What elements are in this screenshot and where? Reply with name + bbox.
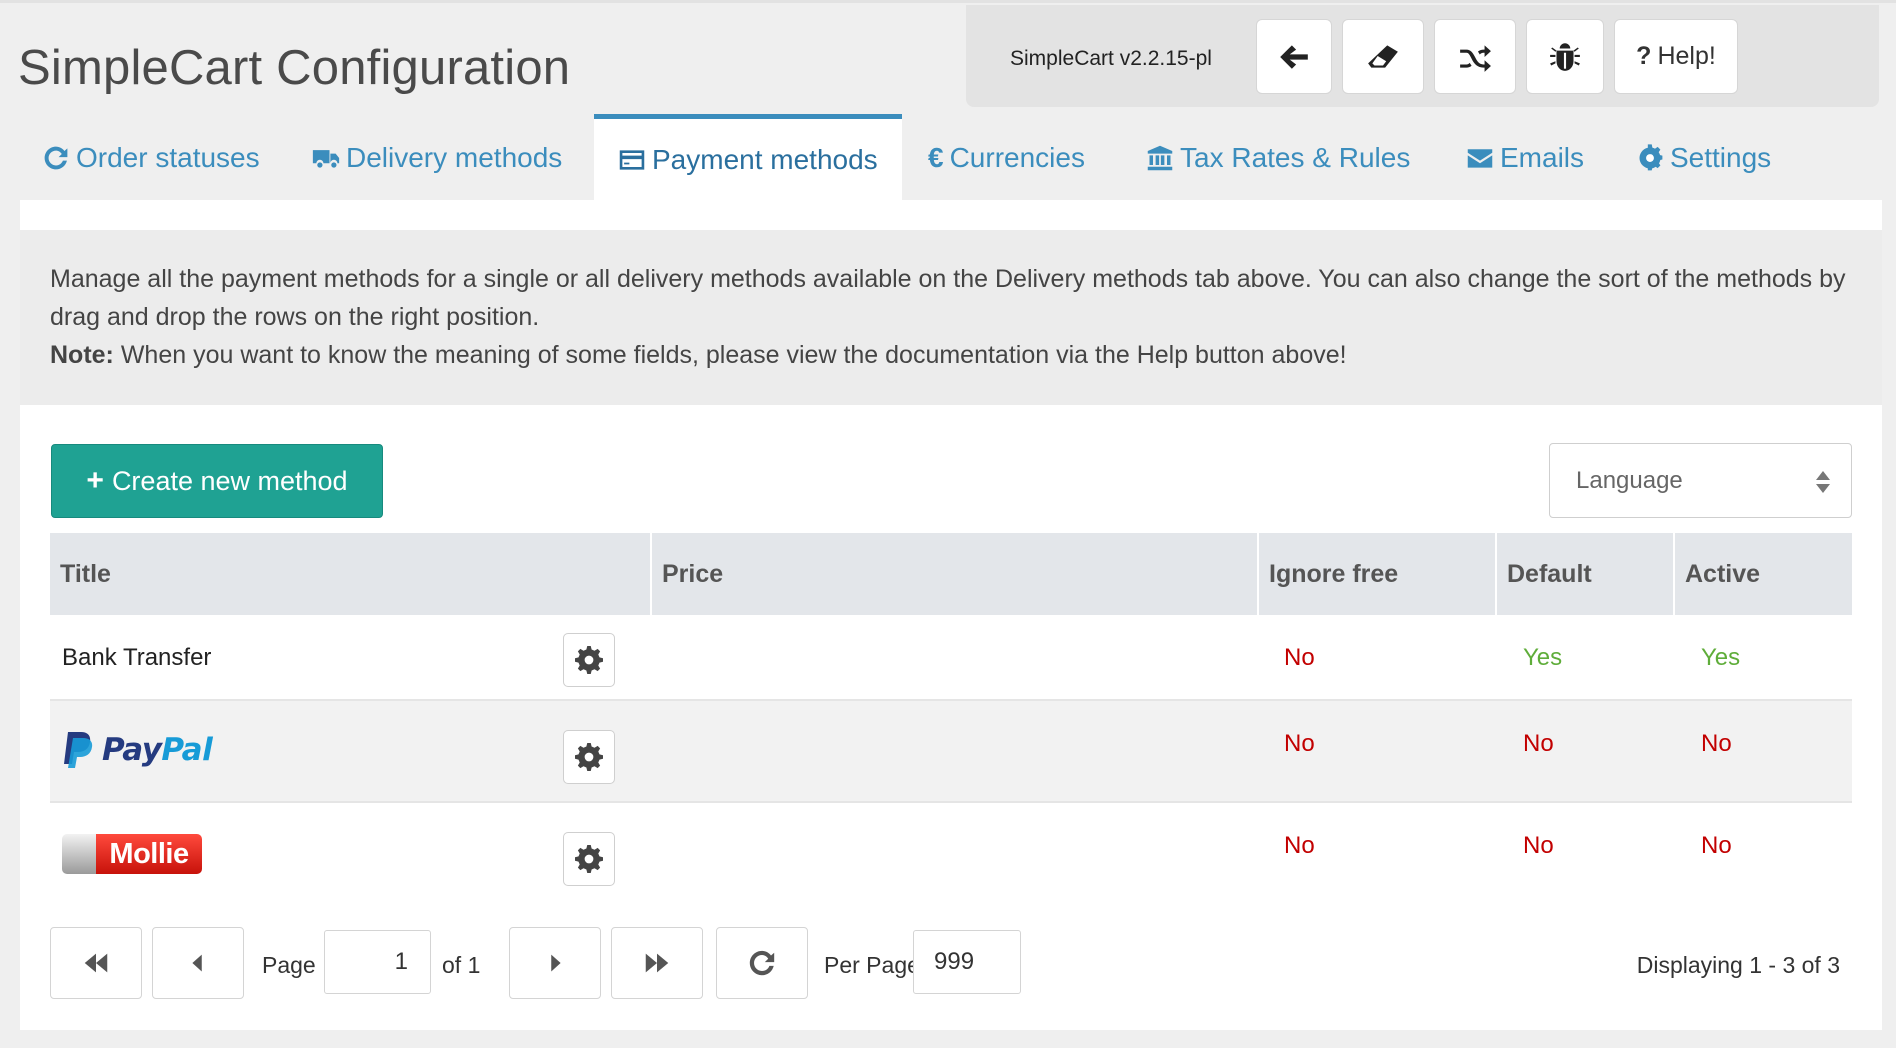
tab-payment-methods[interactable]: Payment methods	[594, 114, 902, 200]
refresh-icon	[44, 146, 68, 170]
info-box: Manage all the payment methods for a sin…	[20, 230, 1882, 405]
per-page-input[interactable]	[913, 930, 1021, 994]
credit-card-icon	[619, 149, 645, 170]
tab-bar: Order statuses Delivery methods Payment …	[20, 114, 1880, 200]
tab-settings[interactable]: Settings	[1636, 116, 1771, 200]
active-value: No	[1701, 832, 1732, 859]
fast-forward-icon	[645, 953, 669, 973]
next-page-button[interactable]	[509, 927, 601, 999]
help-button[interactable]: ? Help!	[1614, 19, 1738, 94]
bug-icon	[1550, 42, 1580, 71]
cog-icon	[575, 743, 603, 771]
row-settings-button[interactable]	[563, 832, 615, 886]
page-count-label: of 1	[442, 952, 481, 978]
active-value: No	[1701, 730, 1732, 757]
cog-icon	[575, 646, 603, 674]
column-header-price[interactable]: Price	[650, 533, 1250, 615]
info-text: Manage all the payment methods for a sin…	[50, 265, 1846, 331]
column-header-ignore-free[interactable]: Ignore free	[1257, 533, 1494, 615]
create-method-button[interactable]: + Create new method	[51, 444, 383, 518]
row-settings-button[interactable]	[563, 633, 615, 687]
question-icon: ?	[1636, 42, 1652, 70]
column-header-active[interactable]: Active	[1673, 533, 1852, 615]
page-number-input[interactable]	[324, 930, 431, 994]
tab-label: Emails	[1500, 142, 1585, 173]
euro-icon: €	[928, 142, 944, 173]
active-value: Yes	[1701, 644, 1741, 671]
mollie-text: Mollie	[96, 834, 202, 874]
last-page-button[interactable]	[611, 927, 703, 999]
per-page-label: Per Page:	[824, 952, 927, 978]
eraser-icon	[1368, 44, 1398, 68]
tab-currencies[interactable]: € Currencies	[928, 116, 1085, 200]
toolbar: SimpleCart v2.2.15-pl ? Help!	[966, 5, 1879, 107]
method-title: Bank Transfer	[62, 644, 212, 671]
default-value: No	[1523, 730, 1554, 757]
refresh-icon	[749, 950, 775, 976]
tab-label: Order statuses	[76, 142, 260, 173]
bank-icon	[1147, 145, 1173, 171]
cog-icon	[575, 845, 603, 873]
debug-button[interactable]	[1526, 19, 1604, 94]
create-label: Create new method	[111, 465, 348, 496]
tab-delivery-methods[interactable]: Delivery methods	[312, 116, 562, 200]
note-label: Note:	[50, 341, 114, 369]
payment-methods-table: Title Price Ignore free Default Active B…	[50, 533, 1852, 903]
paypal-pal: Pal	[161, 732, 213, 768]
first-page-button[interactable]	[50, 927, 142, 999]
tab-tax-rates[interactable]: Tax Rates & Rules	[1146, 116, 1410, 200]
sort-arrows-icon	[1816, 471, 1830, 493]
mollie-logo: Mollie	[62, 834, 202, 874]
fast-backward-icon	[84, 953, 108, 973]
top-border	[0, 0, 1896, 3]
random-icon	[1460, 44, 1491, 72]
envelope-icon	[1467, 149, 1493, 168]
row-settings-button[interactable]	[563, 730, 615, 784]
table-header: Title Price Ignore free Default Active	[50, 533, 1852, 615]
tab-emails[interactable]: Emails	[1466, 116, 1584, 200]
tab-label: Currencies	[949, 142, 1085, 173]
table-row[interactable]: Bank Transfer No Yes Yes	[50, 615, 1852, 701]
refresh-button[interactable]	[716, 927, 808, 999]
display-count: Displaying 1 - 3 of 3	[1636, 952, 1840, 978]
prev-page-button[interactable]	[152, 927, 244, 999]
pagination-bar: Page of 1 Per Page: Displaying 1 - 3 of …	[50, 927, 1852, 1001]
paypal-logo: PayPal	[62, 731, 213, 769]
tab-label: Settings	[1670, 142, 1772, 173]
page-label: Page	[262, 952, 316, 978]
table-row[interactable]: Mollie No No No	[50, 803, 1852, 903]
caret-right-icon	[551, 954, 561, 972]
default-value: No	[1523, 832, 1554, 859]
main-panel: Manage all the payment methods for a sin…	[20, 200, 1882, 1030]
caret-left-icon	[192, 954, 202, 972]
language-select[interactable]: Language	[1549, 443, 1852, 518]
tab-label: Payment methods	[652, 143, 878, 175]
plus-icon: +	[86, 464, 104, 497]
help-label: Help!	[1657, 42, 1716, 70]
ignore-free-value: No	[1284, 730, 1315, 757]
paypal-pay: Pay	[102, 732, 162, 768]
note-text: When you want to know the meaning of som…	[113, 341, 1347, 369]
arrow-left-icon	[1280, 44, 1308, 69]
language-placeholder: Language	[1576, 466, 1683, 494]
clear-cache-button[interactable]	[1342, 19, 1424, 94]
tab-label: Tax Rates & Rules	[1180, 142, 1411, 173]
ignore-free-value: No	[1284, 832, 1315, 859]
tab-label: Delivery methods	[346, 142, 563, 173]
default-value: Yes	[1523, 644, 1563, 671]
ignore-free-value: No	[1284, 644, 1315, 671]
back-button[interactable]	[1256, 19, 1332, 94]
version-label: SimpleCart v2.2.15-pl	[1010, 47, 1212, 70]
shuffle-button[interactable]	[1434, 19, 1516, 94]
tab-order-statuses[interactable]: Order statuses	[42, 116, 260, 200]
page-title: SimpleCart Configuration	[18, 41, 571, 95]
column-header-title[interactable]: Title	[50, 533, 650, 615]
column-header-default[interactable]: Default	[1495, 533, 1672, 615]
table-row[interactable]: PayPal No No No	[50, 701, 1852, 803]
paypal-p-icon	[64, 732, 93, 768]
truck-icon	[312, 150, 340, 168]
cog-icon	[1639, 144, 1663, 171]
